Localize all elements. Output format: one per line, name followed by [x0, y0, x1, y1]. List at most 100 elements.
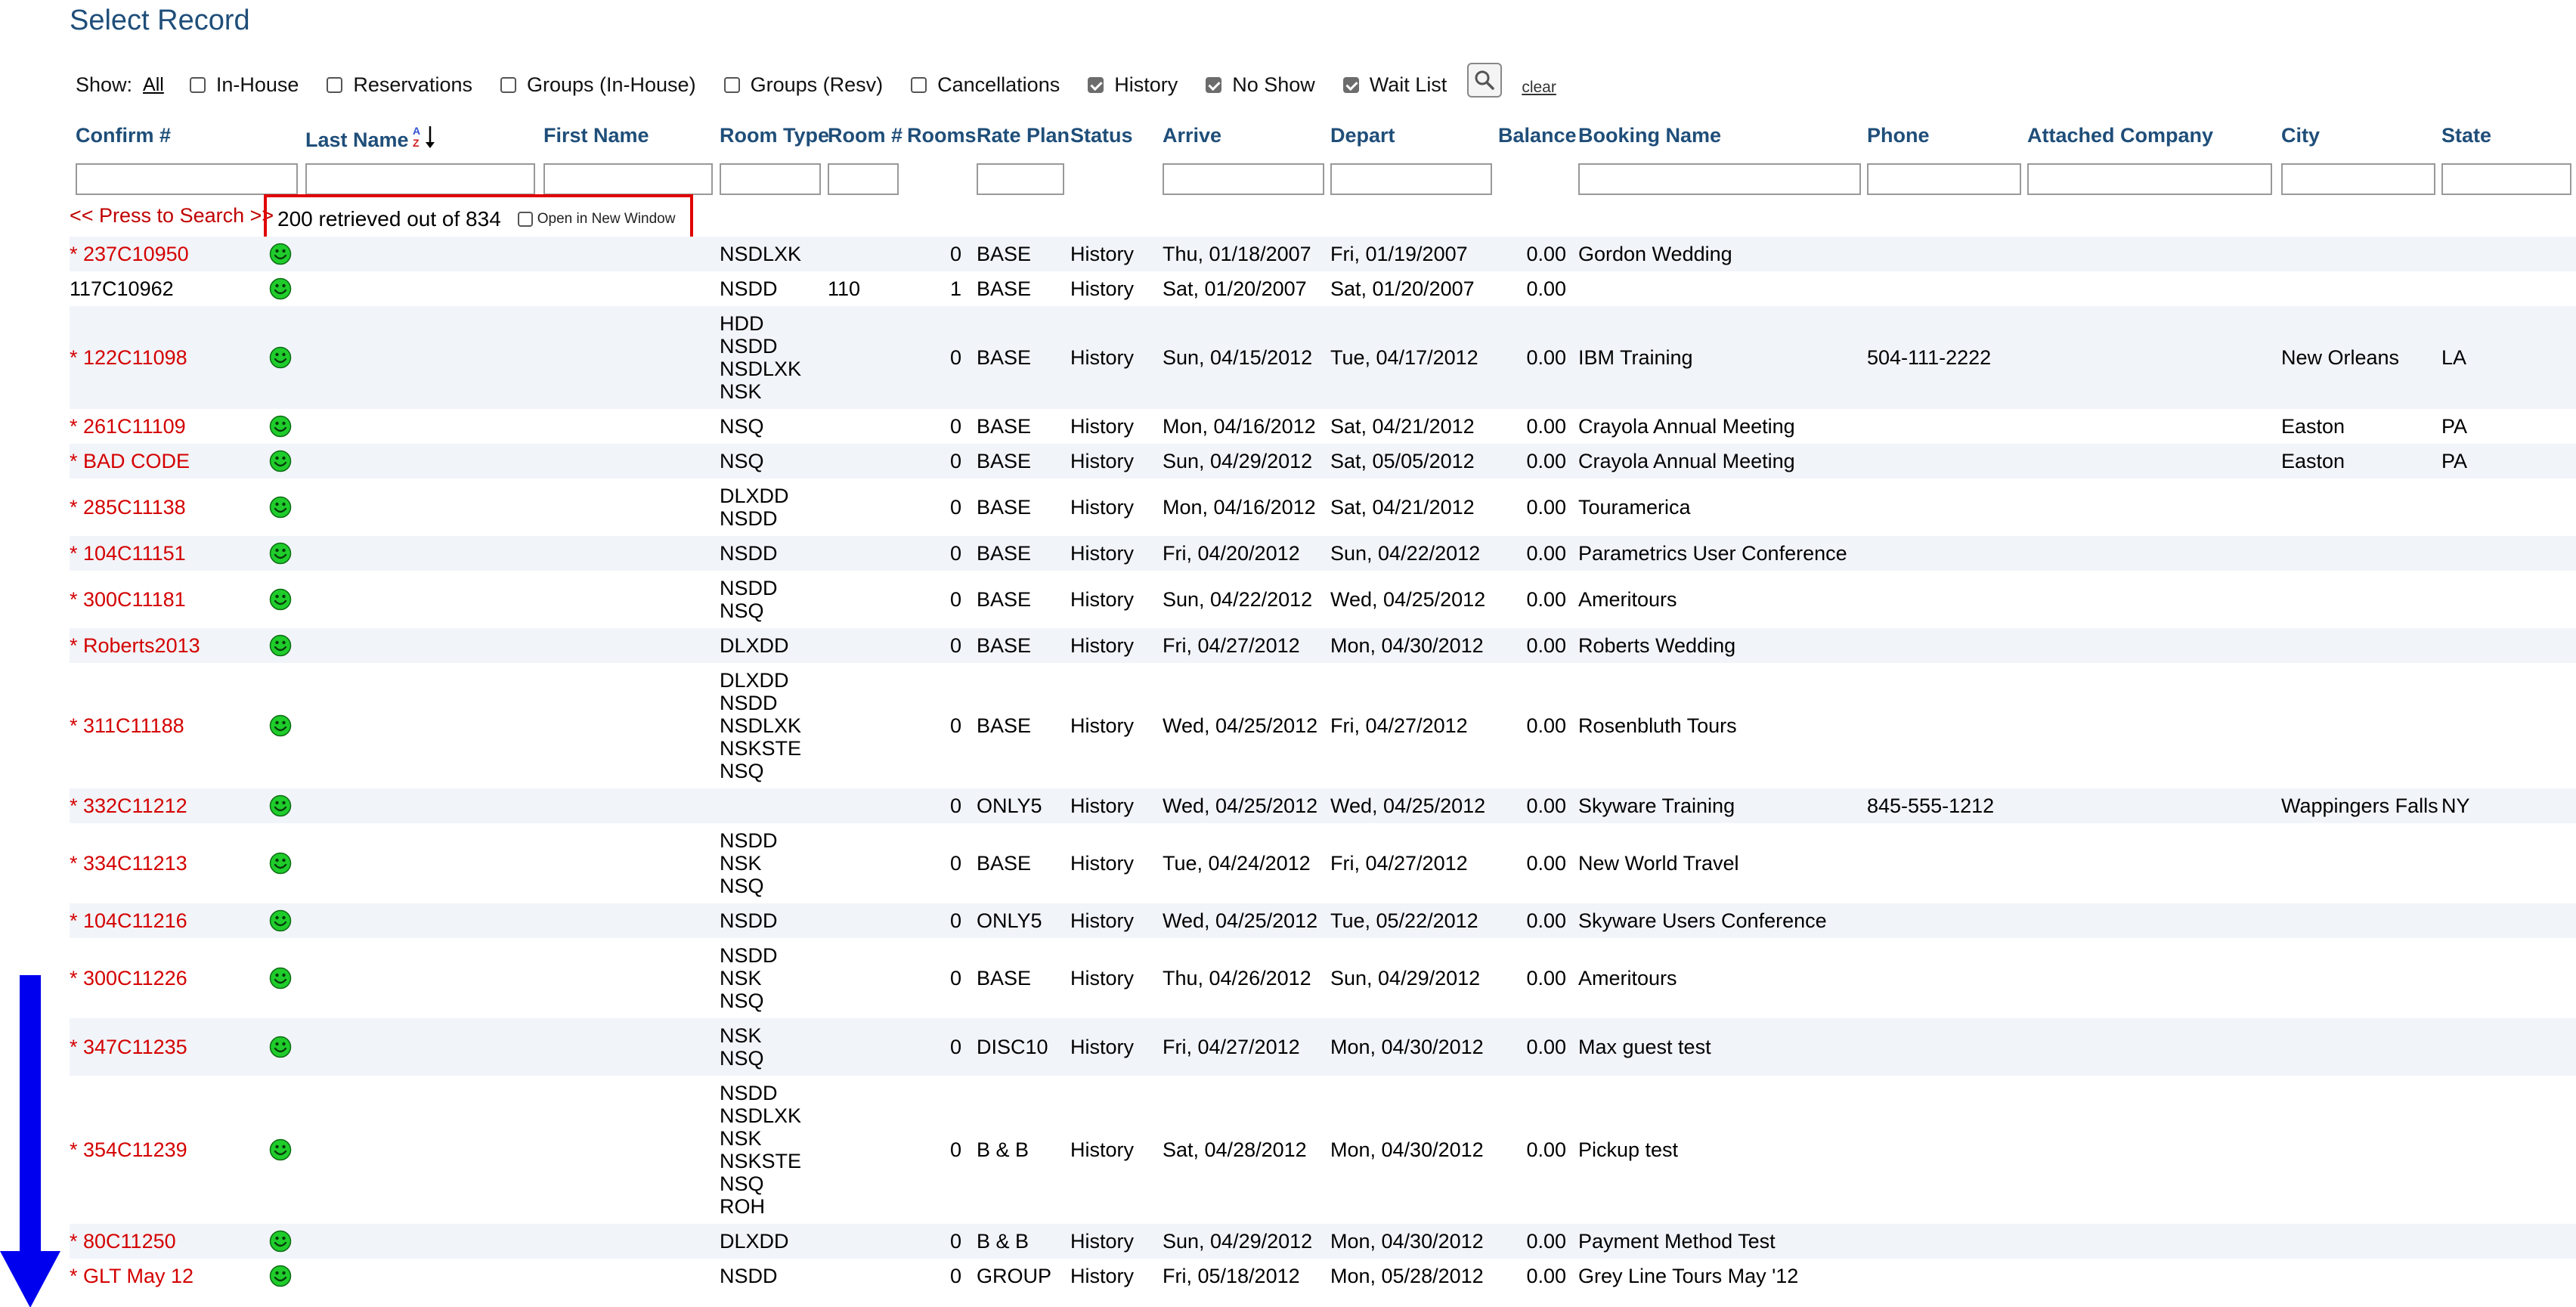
- cell-confirm[interactable]: * 261C11109: [70, 415, 186, 438]
- show-option-checkbox[interactable]: [911, 76, 927, 93]
- show-option-checkbox[interactable]: [189, 76, 206, 93]
- column-header[interactable]: Balance: [1498, 124, 1577, 157]
- filter-input[interactable]: [305, 163, 535, 195]
- table-row[interactable]: * 122C11098 HDD NSDD NSDLXK NSK 0 BASE History S…: [70, 306, 2576, 409]
- show-option-7[interactable]: Wait List: [1342, 73, 1447, 97]
- show-option-checkbox[interactable]: [1088, 76, 1104, 93]
- open-new-window-checkbox[interactable]: [517, 212, 533, 227]
- show-option-1[interactable]: Reservations: [327, 73, 472, 97]
- filter-input[interactable]: [720, 163, 821, 195]
- column-header[interactable]: City: [2281, 124, 2320, 157]
- room-type-value: NSK: [720, 967, 762, 990]
- show-option-2[interactable]: Groups (In-House): [500, 73, 696, 97]
- room-type-value: NSDD: [720, 507, 778, 530]
- press-to-search-link[interactable]: << Press to Search >>: [70, 204, 274, 228]
- show-option-5[interactable]: History: [1088, 73, 1178, 97]
- table-row[interactable]: * 332C11212 0 ONLY5 History Wed, 04/25/2012 W…: [70, 788, 2576, 823]
- column-header[interactable]: Rooms: [907, 124, 977, 157]
- table-row[interactable]: * 285C11138 DLXDD NSDD 0 BASE History Mon, 04/…: [70, 479, 2576, 536]
- column-header[interactable]: Depart: [1330, 124, 1395, 157]
- filter-input[interactable]: [828, 163, 899, 195]
- cell-confirm[interactable]: * 122C11098: [70, 346, 187, 370]
- cell-confirm[interactable]: * 347C11235: [70, 1036, 187, 1059]
- table-row[interactable]: 117C10962 NSDD 110 1 BASE History Sat, 01/20/2…: [70, 271, 2576, 306]
- filter-input[interactable]: [543, 163, 713, 195]
- table-row[interactable]: * Roberts2013 DLXDD 0 BASE History Fri, 04/27…: [70, 628, 2576, 663]
- table-cell: Sat, 04/21/2012: [1330, 479, 1497, 536]
- table-cell: [1867, 903, 2026, 938]
- table-row[interactable]: * 104C11216 NSDD 0 ONLY5 History Wed, 04/25/2…: [70, 903, 2576, 938]
- show-all-link[interactable]: All: [143, 74, 164, 96]
- cell-confirm[interactable]: * 104C11151: [70, 542, 186, 565]
- column-header[interactable]: Booking Name: [1578, 124, 1721, 157]
- column-header[interactable]: Attached Company: [2027, 124, 2213, 157]
- cell-confirm[interactable]: * 285C11138: [70, 496, 186, 519]
- column-header[interactable]: Room #: [828, 124, 903, 157]
- cell-confirm[interactable]: * 237C10950: [70, 243, 189, 266]
- table-row[interactable]: * 80C11250 DLXDD 0 B & B History Sun, 04/29/2…: [70, 1224, 2576, 1259]
- cell-confirm[interactable]: * BAD CODE: [70, 450, 190, 473]
- open-new-window-option[interactable]: Open in New Window: [517, 211, 675, 228]
- table-cell: 0.00: [1498, 1018, 1566, 1076]
- filter-input[interactable]: [2441, 163, 2571, 195]
- sort-az-icon[interactable]: AZ: [412, 124, 438, 150]
- column-header[interactable]: First Name: [543, 124, 649, 157]
- table-cell: B & B: [977, 1076, 1069, 1224]
- column-header[interactable]: Confirm #: [76, 124, 171, 157]
- search-button[interactable]: [1467, 63, 1503, 98]
- cell-confirm[interactable]: * 354C11239: [70, 1138, 187, 1162]
- cell-confirm[interactable]: * GLT May 12: [70, 1265, 194, 1288]
- filter-input[interactable]: [977, 163, 1064, 195]
- filter-input[interactable]: [1867, 163, 2021, 195]
- cell-confirm[interactable]: * 104C11216: [70, 909, 187, 933]
- cell-confirm[interactable]: * 332C11212: [70, 794, 187, 818]
- table-cell: [828, 409, 903, 444]
- table-row[interactable]: * BAD CODE NSQ 0 BASE History Sun, 04/29/2012…: [70, 444, 2576, 479]
- table-row[interactable]: * 354C11239 NSDD NSDLXK NSK NSKSTE NSQ ROH 0 B &…: [70, 1076, 2576, 1224]
- table-row[interactable]: * 261C11109 NSQ 0 BASE History Mon, 04/16/201…: [70, 409, 2576, 444]
- cell-confirm[interactable]: * 300C11181: [70, 588, 186, 612]
- column-header[interactable]: Room Type: [720, 124, 829, 157]
- filter-input[interactable]: [1163, 163, 1324, 195]
- table-row[interactable]: * 104C11151 NSDD 0 BASE History Fri, 04/20/20…: [70, 536, 2576, 571]
- column-header[interactable]: Arrive: [1163, 124, 1221, 157]
- column-header[interactable]: Status: [1070, 124, 1133, 157]
- table-row[interactable]: * 311C11188 DLXDD NSDD NSDLXK NSKSTE NSQ 0 BASE…: [70, 663, 2576, 788]
- show-option-0[interactable]: In-House: [189, 73, 299, 97]
- table-cell: 0.00: [1498, 823, 1566, 903]
- cell-confirm[interactable]: * Roberts2013: [70, 634, 200, 658]
- show-option-checkbox[interactable]: [1206, 76, 1222, 93]
- table-row[interactable]: * 300C11181 NSDD NSQ 0 BASE History Sun, 04/22…: [70, 571, 2576, 628]
- column-header[interactable]: Rate Plan: [977, 124, 1070, 157]
- clear-link[interactable]: clear: [1522, 79, 1556, 97]
- cell-confirm[interactable]: * 311C11188: [70, 714, 184, 738]
- filter-input[interactable]: [76, 163, 298, 195]
- table-row[interactable]: * 300C11226 NSDD NSK NSQ 0 BASE History Thu, 04…: [70, 938, 2576, 1018]
- show-option-3[interactable]: Groups (Resv): [723, 73, 883, 97]
- show-option-checkbox[interactable]: [500, 76, 516, 93]
- table-cell: Wed, 04/25/2012: [1330, 571, 1497, 628]
- show-option-4[interactable]: Cancellations: [911, 73, 1060, 97]
- column-header[interactable]: State: [2441, 124, 2491, 157]
- filter-input[interactable]: [1330, 163, 1492, 195]
- cell-confirm[interactable]: 117C10962: [70, 277, 174, 301]
- filter-input[interactable]: [2027, 163, 2272, 195]
- table-row[interactable]: * 347C11235 NSK NSQ 0 DISC10 History Fri, 04/2…: [70, 1018, 2576, 1076]
- table-row[interactable]: * 237C10950 NSDLXK 0 BASE History Thu, 01/18/…: [70, 237, 2576, 271]
- filter-input[interactable]: [1578, 163, 1861, 195]
- cell-rooms: 0: [949, 794, 961, 817]
- column-header[interactable]: Phone: [1867, 124, 1930, 157]
- cell-arrive: Fri, 04/27/2012: [1163, 633, 1300, 657]
- table-row[interactable]: * 334C11213 NSDD NSK NSQ 0 BASE History Tue, 04…: [70, 823, 2576, 903]
- show-option-6[interactable]: No Show: [1206, 73, 1315, 97]
- cell-confirm[interactable]: * 300C11226: [70, 967, 187, 990]
- show-option-checkbox[interactable]: [1342, 76, 1359, 93]
- cell-confirm[interactable]: * 334C11213: [70, 852, 187, 875]
- column-header[interactable]: Last Name A Z: [305, 124, 438, 157]
- cell-room-type: NSDD: [720, 271, 825, 306]
- show-option-checkbox[interactable]: [723, 76, 740, 93]
- table-row[interactable]: * GLT May 12 NSDD 0 GROUP History Fri, 05/18/…: [70, 1259, 2576, 1293]
- filter-input[interactable]: [2281, 163, 2435, 195]
- cell-confirm[interactable]: * 80C11250: [70, 1230, 176, 1253]
- show-option-checkbox[interactable]: [327, 76, 343, 93]
